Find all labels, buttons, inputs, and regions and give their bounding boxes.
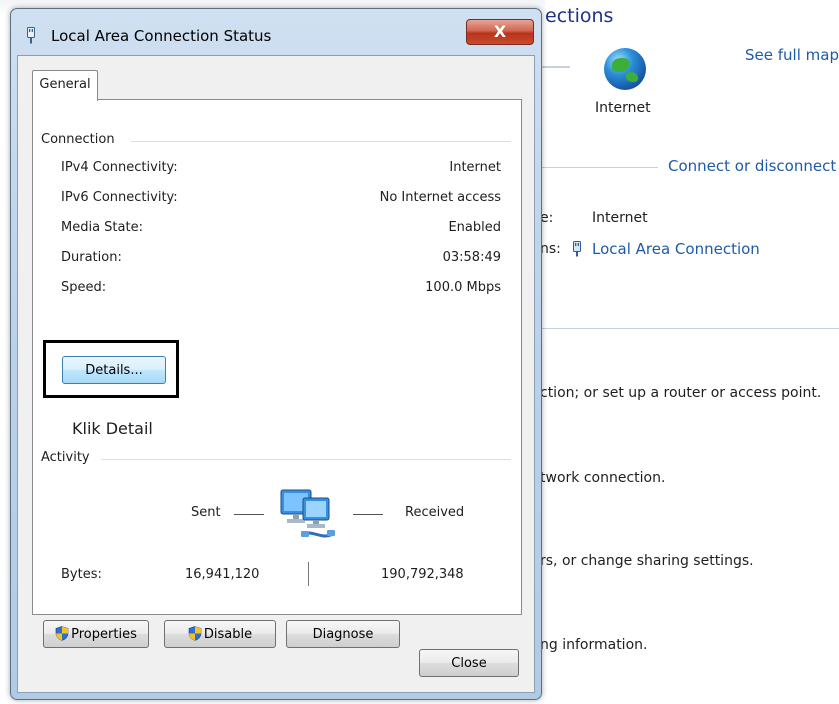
internet-globe-icon[interactable] [604, 48, 646, 90]
close-button[interactable]: Close [419, 649, 519, 677]
speed-label: Speed: [61, 280, 107, 295]
ethernet-plug-icon [27, 27, 35, 44]
connection-group-heading: Connection [41, 132, 115, 147]
internet-label: Internet [595, 100, 651, 116]
uac-shield-icon [55, 626, 69, 641]
duration-label: Duration: [61, 250, 122, 265]
task-troubleshoot-text[interactable]: ng information. [540, 637, 647, 653]
bytes-label: Bytes: [61, 567, 102, 582]
bytes-received-value: 190,792,348 [381, 567, 464, 582]
disable-button[interactable]: Disable [164, 620, 276, 648]
media-state-value: Enabled [448, 220, 501, 235]
ipv6-connectivity-value: No Internet access [379, 190, 501, 205]
activity-group-heading: Activity [41, 450, 90, 465]
title-bar[interactable]: Local Area Connection Status X [11, 9, 541, 55]
task-setup-connection-text[interactable]: ction; or set up a router or access poin… [540, 385, 821, 401]
bytes-sent-value: 16,941,120 [185, 567, 260, 582]
local-area-connection-link[interactable]: Local Area Connection [592, 240, 760, 258]
dialog-title: Local Area Connection Status [51, 27, 272, 45]
sent-dash [234, 514, 264, 515]
access-type-label: e: [540, 210, 554, 226]
see-full-map-link[interactable]: See full map [745, 46, 839, 64]
connect-or-disconnect-link[interactable]: Connect or disconnect [668, 157, 836, 175]
ipv4-connectivity-value: Internet [449, 160, 501, 175]
ipv4-connectivity-label: IPv4 Connectivity: [61, 160, 178, 175]
received-label: Received [405, 505, 465, 520]
access-type-value: Internet [592, 210, 648, 226]
speed-value: 100.0 Mbps [425, 280, 501, 295]
ipv6-connectivity-label: IPv6 Connectivity: [61, 190, 178, 205]
details-highlight-box [43, 340, 179, 398]
ethernet-plug-icon [573, 241, 581, 257]
bytes-separator [308, 562, 309, 586]
uac-shield-icon [188, 626, 202, 641]
dialog-client-area: General Connection IPv4 Connectivity: In… [17, 55, 535, 693]
properties-button-label: Properties [71, 627, 137, 642]
network-computers-icon [280, 489, 335, 538]
general-tab-panel: Connection IPv4 Connectivity: Internet I… [32, 99, 522, 648]
properties-button[interactable]: Properties [43, 620, 149, 648]
sent-label: Sent [191, 505, 221, 520]
section-divider [540, 328, 839, 329]
media-state-label: Media State: [61, 220, 143, 235]
duration-value: 03:58:49 [442, 250, 501, 265]
disable-button-label: Disable [203, 627, 253, 642]
background-heading: ections [545, 5, 614, 27]
task-connect-network-text[interactable]: twork connection. [540, 470, 665, 486]
connection-group-line [131, 141, 511, 142]
close-window-button[interactable]: X [466, 19, 534, 45]
activity-group-line [101, 459, 511, 460]
task-sharing-settings-text[interactable]: rs, or change sharing settings. [540, 553, 754, 569]
map-connector-line [540, 66, 570, 68]
received-dash [353, 514, 383, 515]
tab-general[interactable]: General [32, 70, 98, 101]
local-area-connection-status-dialog: Local Area Connection Status X General C… [10, 8, 542, 700]
section-divider [540, 167, 658, 168]
connections-label: ns: [540, 241, 561, 257]
klik-detail-annotation: Klik Detail [72, 419, 153, 438]
diagnose-button[interactable]: Diagnose [286, 620, 400, 648]
